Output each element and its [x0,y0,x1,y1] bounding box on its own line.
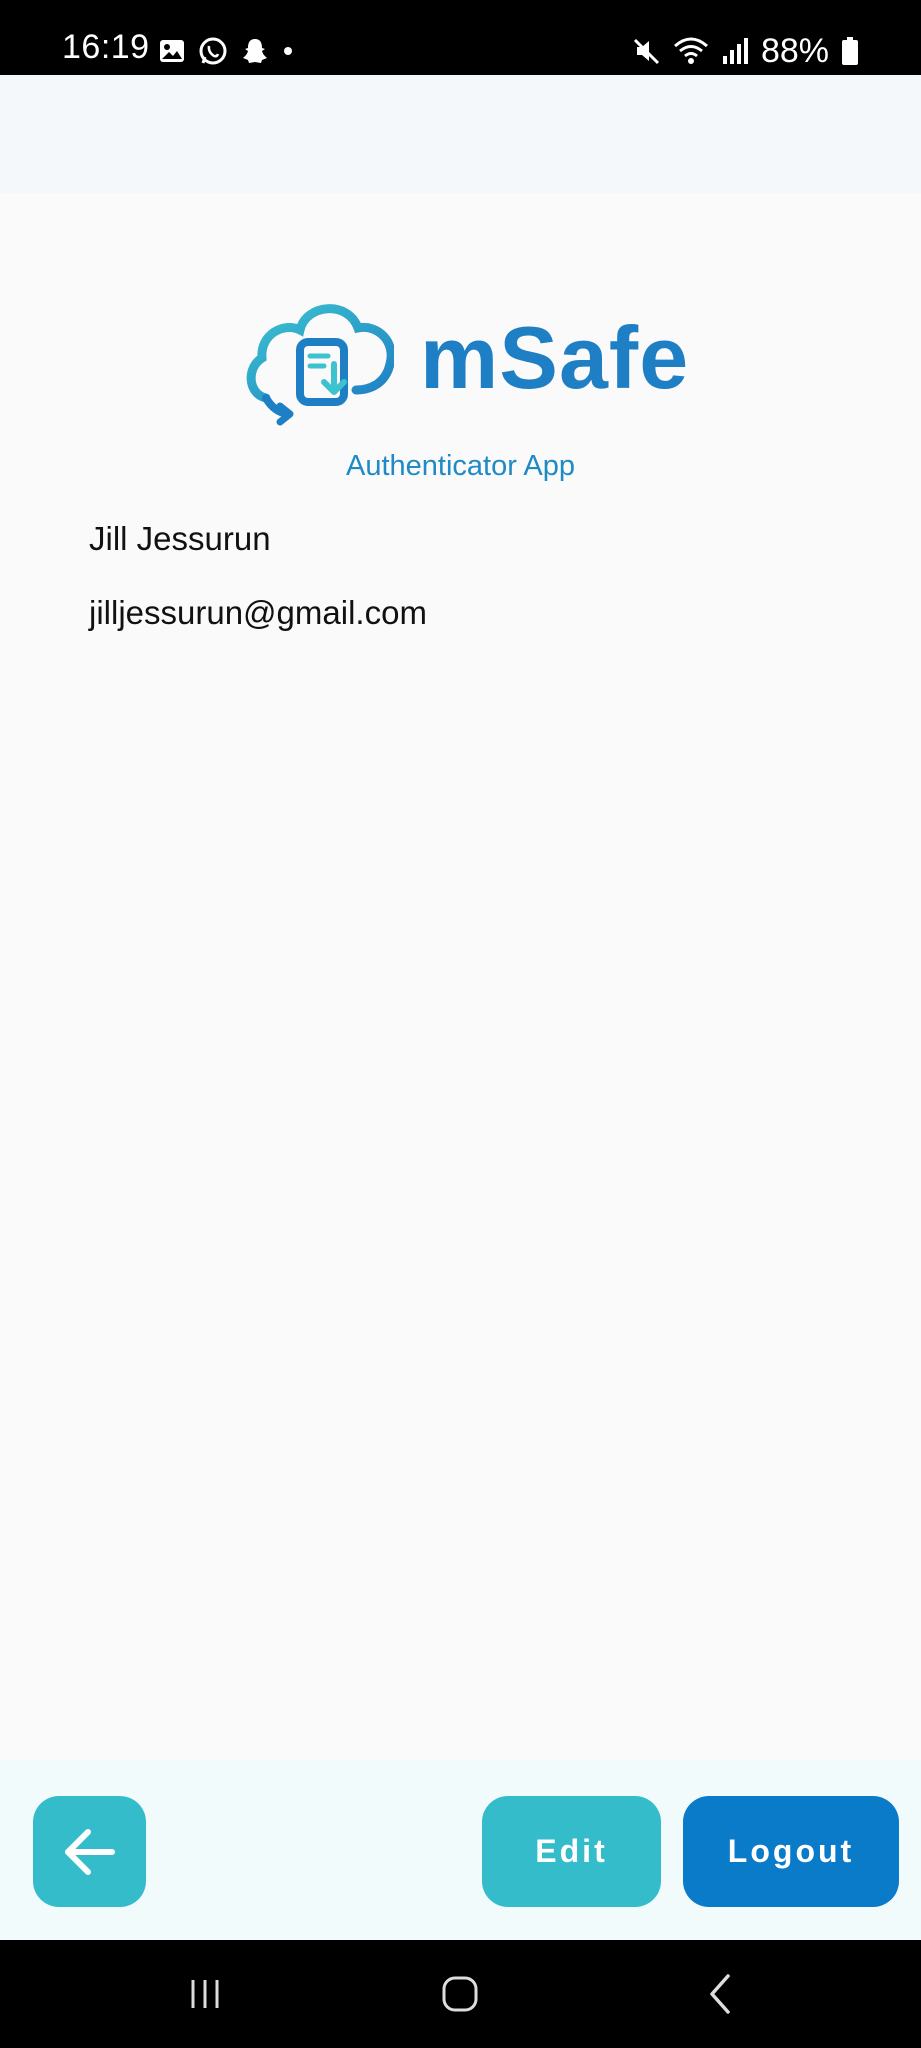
battery-percent: 88% [760,32,829,70]
home-icon [442,1976,478,2012]
app-logo: mSafe [244,298,688,428]
navigation-bar [0,1940,921,2048]
cloud-document-icon [246,304,394,426]
user-name: Jill Jessurun [89,520,271,557]
logout-button[interactable]: Logout [683,1796,899,1907]
snapchat-icon [240,36,270,66]
notification-icons [158,36,294,66]
system-icons: 88% [631,34,859,68]
recent-apps-icon [191,1980,219,2008]
header-band [0,75,921,193]
battery-icon [841,36,859,66]
nav-back-button[interactable] [665,1940,775,2048]
back-icon [710,1974,730,2014]
gallery-icon [158,37,186,65]
dot-icon [282,45,294,57]
edit-button[interactable]: Edit [482,1796,661,1907]
recent-apps-button[interactable] [150,1940,260,2048]
home-button[interactable] [405,1940,515,2048]
back-button[interactable] [33,1796,146,1907]
status-bar: 16:19 88% [0,0,921,75]
mute-icon [631,36,661,66]
wifi-icon [673,36,709,66]
arrow-left-icon [64,1828,115,1875]
action-bar: Edit Logout [0,1760,921,1940]
user-email: jilljessurun@gmail.com [89,594,427,631]
signal-icon [721,36,749,66]
logo-text: mSafe [420,308,690,407]
status-time: 16:19 [62,28,150,66]
whatsapp-icon [198,36,228,66]
app-subtitle: Authenticator App [346,450,575,482]
